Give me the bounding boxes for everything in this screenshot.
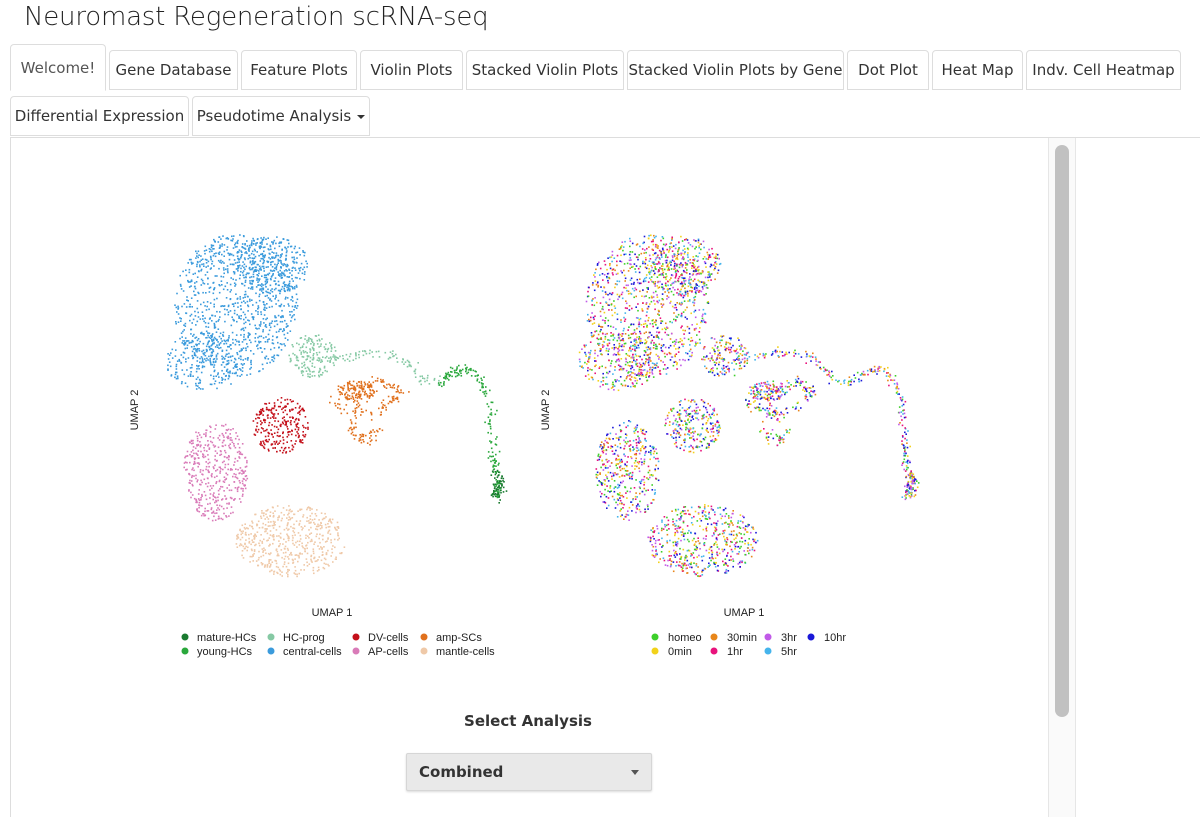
legend-item: homeo xyxy=(651,632,702,644)
legend-label: 1hr xyxy=(727,646,743,658)
legend-label: 0min xyxy=(668,646,692,658)
legend-label: mantle-cells xyxy=(436,646,495,658)
legend-dot xyxy=(420,647,428,655)
legend-item: 30min xyxy=(710,632,757,644)
legend-item: 10hr xyxy=(807,632,846,644)
x-axis-label-left: UMAP 1 xyxy=(312,607,353,619)
legend-dot xyxy=(352,633,360,641)
legend-item: 0min xyxy=(651,646,692,658)
select-value: Combined xyxy=(419,763,504,781)
legend-item: 3hr xyxy=(764,632,797,644)
legend-item: DV-cells xyxy=(352,632,409,644)
legend-label: 3hr xyxy=(781,632,797,644)
legend-dot xyxy=(651,647,659,655)
select-analysis-label: Select Analysis xyxy=(464,712,592,730)
legend-dot xyxy=(710,647,718,655)
legend-label: HC-prog xyxy=(283,632,325,644)
legend-item: mantle-cells xyxy=(420,646,495,658)
legend-dot xyxy=(181,633,189,641)
legend-dot xyxy=(710,633,718,641)
umap-cluster-plot xyxy=(167,234,508,578)
legend-label: central-cells xyxy=(283,646,342,658)
caret-down-icon xyxy=(631,770,639,775)
legend-dot xyxy=(807,633,815,641)
y-axis-label-left: UMAP 2 xyxy=(129,390,141,431)
legend-item: mature-HCs xyxy=(181,632,257,644)
legend-item: 5hr xyxy=(764,646,797,658)
legend-item: amp-SCs xyxy=(420,632,482,644)
legend-dot xyxy=(267,633,275,641)
legend-dot xyxy=(420,633,428,641)
legend-dot xyxy=(764,647,772,655)
y-axis-label-right: UMAP 2 xyxy=(540,390,552,431)
umap-timepoint-plot xyxy=(578,234,920,578)
legend-item: AP-cells xyxy=(352,646,409,658)
legend-label: 30min xyxy=(727,632,757,644)
legend-label: 5hr xyxy=(781,646,797,658)
legend-label: DV-cells xyxy=(368,632,409,644)
legend-dot xyxy=(764,633,772,641)
x-axis-label-right: UMAP 1 xyxy=(724,607,765,619)
legend-dot xyxy=(267,647,275,655)
legend-item: central-cells xyxy=(267,646,342,658)
legend-dot xyxy=(651,633,659,641)
umap-figure: UMAP 1 UMAP 2 UMAP 1 UMAP 2 mature-HCs y… xyxy=(129,234,920,658)
legend-label: 10hr xyxy=(824,632,846,644)
legend-label: AP-cells xyxy=(368,646,409,658)
legend-right: homeo 0min 30min 1hr 3hr 5hr 10hr xyxy=(651,632,846,658)
legend-label: amp-SCs xyxy=(436,632,482,644)
legend-item: 1hr xyxy=(710,646,743,658)
legend-label: young-HCs xyxy=(197,646,253,658)
legend-item: HC-prog xyxy=(267,632,325,644)
legend-item: young-HCs xyxy=(181,646,253,658)
select-analysis-dropdown[interactable]: Combined xyxy=(406,753,652,791)
legend-left: mature-HCs young-HCs HC-prog central-cel… xyxy=(181,632,495,658)
legend-dot xyxy=(181,647,189,655)
legend-label: homeo xyxy=(668,632,702,644)
legend-label: mature-HCs xyxy=(197,632,257,644)
legend-dot xyxy=(352,647,360,655)
